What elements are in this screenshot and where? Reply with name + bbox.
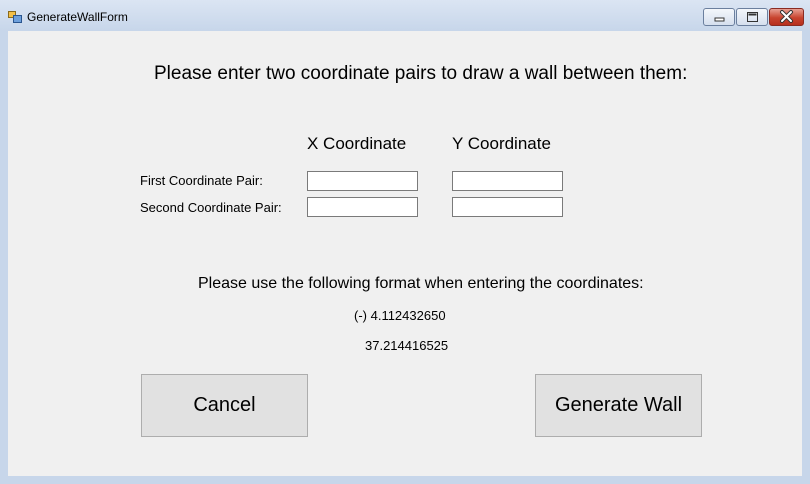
- form-icon: [8, 10, 22, 23]
- second-pair-label: Second Coordinate Pair:: [140, 200, 282, 215]
- generate-wall-button[interactable]: Generate Wall: [535, 374, 702, 437]
- minimize-icon: [714, 17, 725, 22]
- minimize-button[interactable]: [703, 8, 735, 26]
- format-instructions: Please use the following format when ent…: [198, 275, 644, 292]
- maximize-icon: [747, 12, 758, 22]
- first-pair-label: First Coordinate Pair:: [140, 173, 263, 188]
- close-button[interactable]: [769, 8, 804, 26]
- instructions-heading: Please enter two coordinate pairs to dra…: [154, 63, 688, 84]
- first-pair-y-input[interactable]: [452, 171, 563, 191]
- title-bar[interactable]: GenerateWallForm: [0, 0, 810, 31]
- second-pair-x-input[interactable]: [307, 197, 418, 217]
- form-body: Please enter two coordinate pairs to dra…: [8, 31, 802, 476]
- generate-wall-window: GenerateWallForm Please enter two coordi…: [0, 0, 810, 484]
- y-coordinate-header: Y Coordinate: [452, 134, 551, 153]
- format-example-x: (-) 4.112432650: [354, 308, 446, 323]
- window-title: GenerateWallForm: [27, 10, 128, 24]
- second-pair-y-input[interactable]: [452, 197, 563, 217]
- close-icon: [780, 10, 793, 23]
- first-pair-x-input[interactable]: [307, 171, 418, 191]
- format-example-y: 37.214416525: [365, 338, 449, 353]
- cancel-button[interactable]: Cancel: [141, 374, 308, 437]
- x-coordinate-header: X Coordinate: [307, 134, 407, 153]
- maximize-button[interactable]: [736, 8, 768, 26]
